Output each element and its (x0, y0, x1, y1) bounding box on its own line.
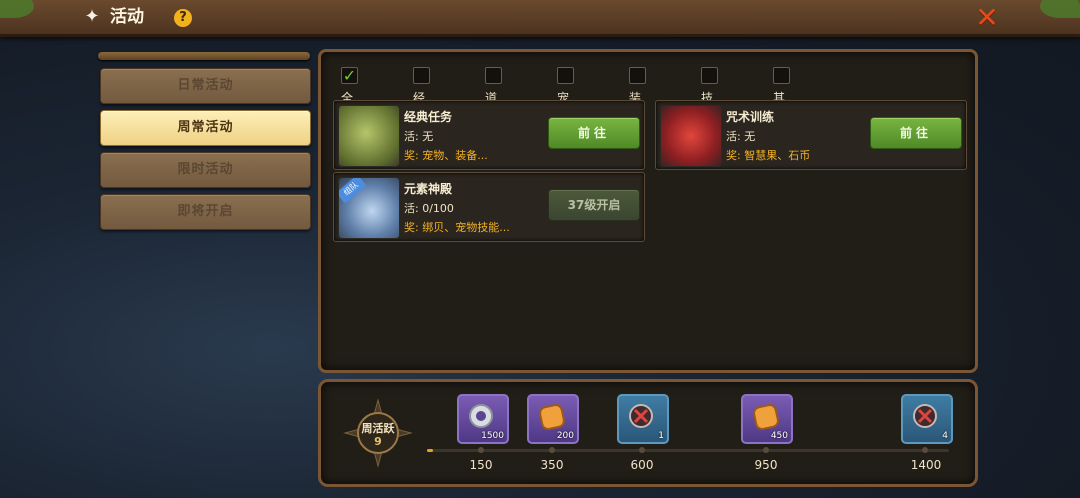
activity-reward: 奖: 智慧果、石币 (726, 149, 811, 162)
checkbox-checked-icon[interactable]: ✓ (341, 67, 358, 84)
progress-track (427, 449, 949, 452)
checkbox-icon[interactable] (413, 67, 430, 84)
red-dragon-icon (660, 105, 722, 167)
reward-chest[interactable]: 4 (901, 394, 953, 444)
activity-icon: ✦ (84, 6, 100, 27)
help-icon[interactable]: ? (174, 9, 192, 27)
locked-button[interactable]: 37级开启 (548, 189, 640, 221)
milestone-label: 600 (630, 458, 654, 472)
activity-panel: ✓全部 经验 道具 宠物 装备 技能 其他 经典任务 活: 无 奖: 宠物、装备… (318, 49, 978, 373)
top-bar: ✦ 活动 ? ✕ (0, 0, 1080, 37)
activity-reward: 奖: 绑贝、宠物技能... (404, 221, 510, 234)
reward-chest[interactable]: 1500 (457, 394, 509, 444)
scroll-icon (338, 105, 400, 167)
milestone-dot (922, 447, 928, 453)
activity-points: 活: 0/100 (404, 202, 454, 215)
team-tag: 组队 (339, 178, 367, 204)
milestone-dot (639, 447, 645, 453)
reward-qty: 4 (942, 431, 948, 441)
activity-name: 经典任务 (404, 110, 453, 124)
activity-name: 咒术训练 (726, 110, 775, 124)
temple-icon: 组队 (338, 177, 400, 239)
milestone-dot (478, 447, 484, 453)
tab-limited[interactable]: 限时活动 (100, 152, 311, 188)
filter-equipment[interactable]: 装备 (629, 65, 652, 127)
sidebar-rod (98, 52, 310, 60)
milestone-label: 1400 (910, 458, 942, 472)
milestone-dot (763, 447, 769, 453)
go-button[interactable]: 前往 (548, 117, 640, 149)
activity-card: 咒术训练 活: 无 奖: 智慧果、石币 前往 (655, 100, 967, 170)
milestone-label: 950 (754, 458, 778, 472)
filter-other[interactable]: 其他 (773, 65, 796, 127)
progress-fill (427, 449, 433, 452)
checkbox-icon[interactable] (629, 67, 646, 84)
activity-reward: 奖: 宠物、装备... (404, 149, 488, 162)
filter-all[interactable]: ✓全部 (341, 65, 364, 127)
milestone-label: 350 (540, 458, 564, 472)
activity-card: 组队 元素神殿 活: 0/100 奖: 绑贝、宠物技能... 37级开启 (333, 172, 645, 242)
leaf-decoration (0, 0, 34, 18)
weekly-medal: 周活跃 9 (343, 398, 413, 468)
checkbox-icon[interactable] (485, 67, 502, 84)
reward-chest[interactable]: 1 (617, 394, 669, 444)
tab-daily[interactable]: 日常活动 (100, 68, 311, 104)
filter-pets[interactable]: 宠物 (557, 65, 580, 127)
weekly-value: 9 (374, 435, 382, 448)
reward-qty: 1500 (481, 431, 504, 441)
reward-qty: 450 (770, 431, 788, 441)
activity-points: 活: 无 (404, 130, 434, 143)
reward-qty: 1 (658, 431, 664, 441)
reward-chest[interactable]: 450 (741, 394, 793, 444)
activity-card: 经典任务 活: 无 奖: 宠物、装备... 前往 (333, 100, 645, 170)
close-icon[interactable]: ✕ (972, 4, 1002, 32)
page-title: 活动 (110, 7, 144, 27)
tab-upcoming[interactable]: 即将开启 (100, 194, 311, 230)
filter-items[interactable]: 道具 (485, 65, 508, 127)
milestone-dot (549, 447, 555, 453)
weekly-activity-bar: 周活跃 9 1500 200 1 450 4 150 350 600 950 1… (318, 379, 978, 487)
checkbox-icon[interactable] (557, 67, 574, 84)
reward-chest[interactable]: 200 (527, 394, 579, 444)
tab-weekly[interactable]: 周常活动 (100, 110, 311, 146)
filter-exp[interactable]: 经验 (413, 65, 436, 127)
activity-points: 活: 无 (726, 130, 756, 143)
go-button[interactable]: 前往 (870, 117, 962, 149)
reward-qty: 200 (556, 431, 574, 441)
leaf-decoration (1040, 0, 1080, 18)
milestone-label: 150 (469, 458, 493, 472)
weekly-label: 周活跃 (361, 422, 395, 435)
checkbox-icon[interactable] (701, 67, 718, 84)
filter-skills[interactable]: 技能 (701, 65, 724, 127)
checkbox-icon[interactable] (773, 67, 790, 84)
activity-name: 元素神殿 (404, 182, 453, 196)
